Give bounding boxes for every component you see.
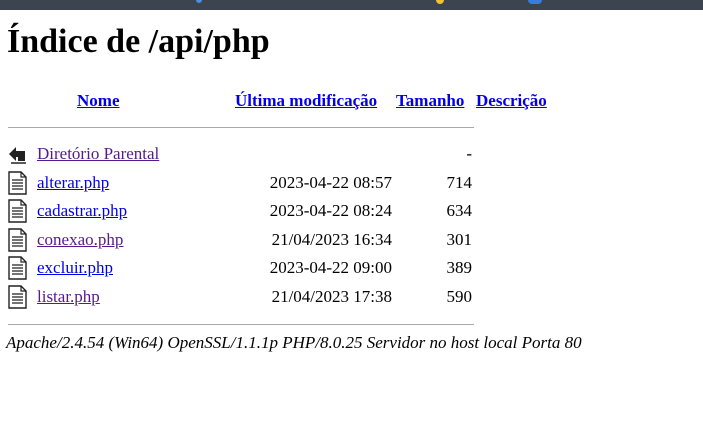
file-description [476,226,550,255]
file-modified: 2023-04-22 08:24 [269,201,392,221]
file-modified: 2023-04-22 08:57 [269,172,392,192]
file-link[interactable]: cadastrar.php [37,201,127,220]
file-description [476,254,550,283]
text-file-icon [8,199,27,223]
sort-by-modified-link[interactable]: Última modificação [235,91,377,110]
file-row: conexao.php 21/04/2023 16:34 301 [6,226,550,255]
server-signature: Apache/2.4.54 (Win64) OpenSSL/1.1.1p PHP… [6,333,582,352]
file-description [476,169,550,198]
file-size: 714 [446,172,473,192]
file-description [476,197,550,226]
file-link[interactable]: excluir.php [37,258,113,277]
parent-directory-link[interactable]: Diretório Parental [37,144,159,163]
file-row: alterar.php 2023-04-22 08:57 714 [6,169,550,198]
size-column-header: Tamanho [396,88,476,114]
parent-size: - [466,144,472,164]
sort-by-description-link[interactable]: Descrição [476,91,547,110]
extension-icon [436,0,444,4]
header-divider [8,126,474,128]
file-link[interactable]: conexao.php [37,230,123,249]
text-file-icon [8,285,27,309]
file-modified: 21/04/2023 16:34 [271,229,392,249]
text-file-icon [8,256,27,280]
file-link[interactable]: listar.php [37,287,100,306]
footer-divider [8,323,474,325]
text-file-icon [8,171,27,195]
file-modified: 21/04/2023 17:38 [271,286,392,306]
description-column-header: Descrição [476,88,550,114]
file-description [476,283,550,312]
profile-icon [528,0,542,4]
file-size: 634 [446,201,473,221]
file-size: 389 [446,258,473,278]
icon-column-header [6,88,37,114]
file-modified: 2023-04-22 09:00 [269,258,392,278]
file-size: 301 [446,229,473,249]
name-column-header: Nome [37,88,235,114]
file-row: excluir.php 2023-04-22 09:00 389 [6,254,550,283]
file-row: listar.php 21/04/2023 17:38 590 [6,283,550,312]
page-title: Índice de /api/php [7,23,270,60]
modified-column-header: Última modificação [235,88,396,114]
back-folder-icon [9,147,26,164]
parent-directory-row: Diretório Parental - [6,140,550,169]
tab-indicator-icon [196,0,202,3]
file-size: 590 [446,286,473,306]
sort-by-name-link[interactable]: Nome [77,91,119,110]
file-listing-table: Nome Última modificação Tamanho Descriçã… [6,88,550,337]
sort-by-size-link[interactable]: Tamanho [396,91,464,110]
text-file-icon [8,228,27,252]
file-link[interactable]: alterar.php [37,173,109,192]
file-row: cadastrar.php 2023-04-22 08:24 634 [6,197,550,226]
browser-top-bar [0,0,703,10]
